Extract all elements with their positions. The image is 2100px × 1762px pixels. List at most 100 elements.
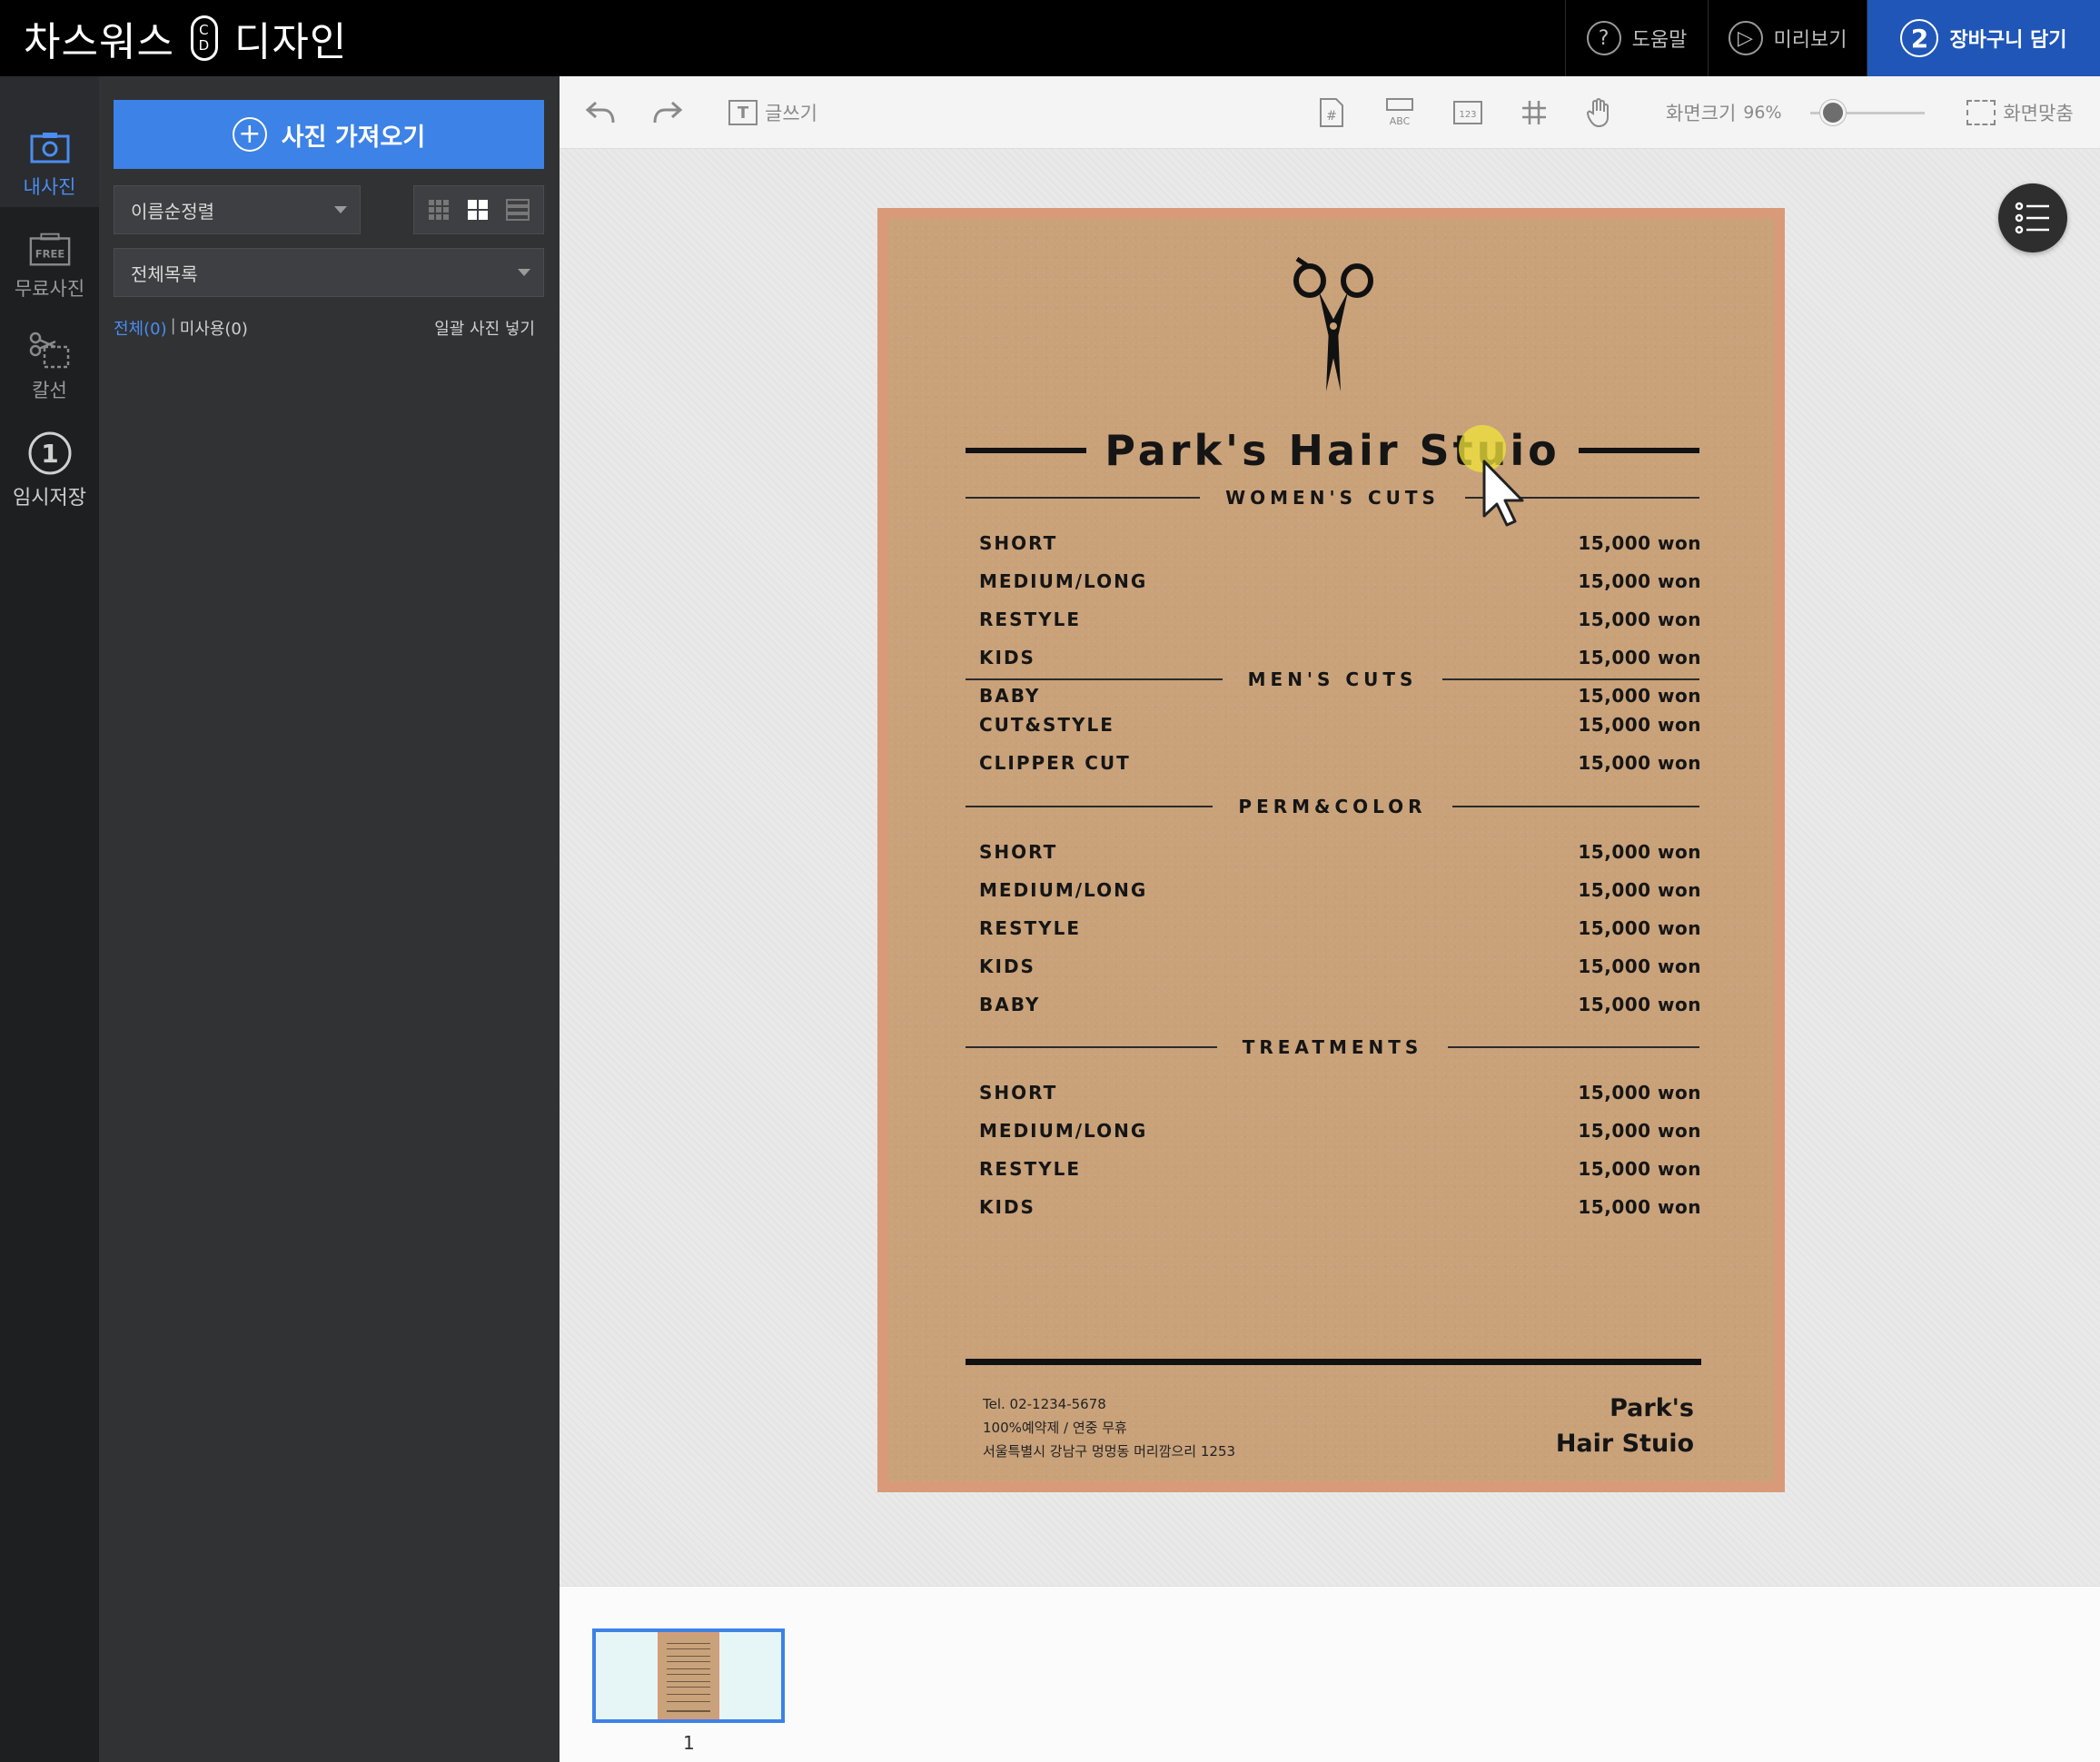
menu-item-row[interactable]: RESTYLE 15,000 won <box>979 1155 1701 1183</box>
menu-item-row[interactable]: MEDIUM/LONG 15,000 won <box>979 568 1701 595</box>
title-rule-right <box>1578 448 1699 453</box>
left-icon-rail: 내사진 FREE 무료사진 칼선 1 임시저장 <box>0 76 99 1762</box>
contact-info[interactable]: Tel. 02-1234-5678 100%예약제 / 연중 무휴 서울특별시 … <box>983 1392 1235 1463</box>
menu-item-row[interactable]: RESTYLE 15,000 won <box>979 915 1701 942</box>
menu-item-name: SHORT <box>979 841 1058 863</box>
preview-button[interactable]: ▷ 미리보기 <box>1708 0 1867 76</box>
zoom-slider-handle[interactable] <box>1820 100 1847 125</box>
address-line: 서울특별시 강남구 멍멍동 머리깜으리 1253 <box>983 1443 1236 1460</box>
layer-list-button[interactable] <box>1998 183 2067 252</box>
grid-toggle-button[interactable] <box>1511 76 1557 149</box>
top-bar: 차스워스 C D 디자인 ? 도움말 ▷ 미리보기 2 장바구니 담기 <box>0 0 2100 76</box>
title-row: Park's Hair Stuio <box>966 423 1699 478</box>
brand-name-right: 디자인 <box>233 19 348 65</box>
add-text-button[interactable]: T 글쓰기 <box>723 76 823 149</box>
import-photo-button[interactable]: + 사진 가져오기 <box>114 100 544 169</box>
menu-item-row[interactable]: SHORT 15,000 won <box>979 838 1701 866</box>
menu-section-header: WOMEN'S CUTS <box>966 484 1700 511</box>
free-badge: FREE <box>35 248 64 261</box>
section-name[interactable]: TREATMENTS <box>1217 1036 1449 1058</box>
rail-label-temp-save: 임시저장 <box>13 487 86 510</box>
bulk-insert-photos-link[interactable]: 일괄 사진 넣기 <box>434 316 544 340</box>
footer-brand-line2: Hair Stuio <box>1555 1430 1694 1458</box>
menu-item-row[interactable]: KIDS 15,000 won <box>979 953 1701 980</box>
menu-section-header: MEN'S CUTS <box>966 666 1700 693</box>
menu-item-row[interactable]: KIDS 15,000 won <box>979 1193 1701 1221</box>
section-rule-right <box>1448 1046 1699 1048</box>
section-rule-left <box>966 806 1213 807</box>
menu-item-price: 15,000 won <box>1578 532 1701 554</box>
section-rule-right <box>1451 806 1699 807</box>
sort-dropdown[interactable]: 이름순정렬 <box>114 185 361 234</box>
menu-section-header: TREATMENTS <box>966 1034 1699 1061</box>
menu-item-row[interactable]: BABY 15,000 won <box>979 991 1701 1018</box>
menu-item-row[interactable]: MEDIUM/LONG 15,000 won <box>979 1117 1701 1144</box>
brand-logo-top: C <box>199 22 210 38</box>
rail-item-free-photos[interactable]: FREE 무료사진 <box>0 229 99 302</box>
text-icon: T <box>728 100 758 125</box>
menu-item-price: 15,000 won <box>1578 752 1701 774</box>
hand-icon <box>1587 98 1609 128</box>
plus-circle-icon: + <box>232 117 267 152</box>
section-name[interactable]: MEN'S CUTS <box>1223 668 1443 690</box>
brand-logo-icon: C D <box>190 15 218 61</box>
footer-brand[interactable]: Park's Hair Stuio <box>1556 1391 1694 1461</box>
filter-unused-link[interactable]: 미사용(0) <box>180 316 248 340</box>
album-list-dropdown[interactable]: 전체목록 <box>114 248 544 297</box>
menu-item-name: BABY <box>979 994 1041 1015</box>
menu-item-row[interactable]: SHORT 15,000 won <box>979 530 1701 557</box>
large-grid-view-icon[interactable] <box>467 199 489 221</box>
small-grid-view-icon[interactable] <box>428 199 450 221</box>
help-button[interactable]: ? 도움말 <box>1565 0 1708 76</box>
menu-item-name: RESTYLE <box>979 609 1081 630</box>
rail-label-cut-line: 칼선 <box>32 380 67 401</box>
page-number-button[interactable]: # <box>1309 76 1354 149</box>
temp-save-step: 1 <box>41 439 58 469</box>
number-button[interactable]: 123 <box>1445 76 1491 149</box>
menu-item-row[interactable]: CLIPPER CUT 15,000 won <box>979 749 1701 777</box>
question-icon: ? <box>1586 21 1621 55</box>
fit-to-screen-label: 화면맞춤 <box>2003 103 2074 124</box>
rail-item-temp-save[interactable]: 1 임시저장 <box>0 431 99 510</box>
list-view-icon[interactable] <box>505 199 530 221</box>
reservation-line: 100%예약제 / 연중 무휴 <box>983 1420 1127 1436</box>
add-to-cart-label: 장바구니 담기 <box>1949 29 2067 52</box>
spell-check-button[interactable]: ABC <box>1377 76 1422 149</box>
menu-item-name: MEDIUM/LONG <box>979 570 1148 592</box>
section-rule-right <box>1442 678 1700 680</box>
menu-item-price: 15,000 won <box>1578 917 1701 939</box>
section-name[interactable]: PERM&COLOR <box>1213 796 1451 817</box>
menu-item-price: 15,000 won <box>1578 1082 1701 1104</box>
undo-icon <box>585 101 615 124</box>
rail-item-my-photos[interactable]: 내사진 <box>0 76 99 207</box>
menu-item-name: MEDIUM/LONG <box>979 1120 1148 1142</box>
menu-item-name: MEDIUM/LONG <box>979 879 1148 901</box>
hash-page-icon: # <box>1320 98 1343 127</box>
menu-section-header: PERM&COLOR <box>966 793 1699 820</box>
menu-item-row[interactable]: RESTYLE 15,000 won <box>979 606 1701 633</box>
menu-item-row[interactable]: MEDIUM/LONG 15,000 won <box>979 876 1701 904</box>
pan-hand-button[interactable] <box>1577 76 1622 149</box>
page-thumbnail[interactable] <box>592 1628 785 1723</box>
menu-item-row[interactable]: CUT&STYLE 15,000 won <box>979 711 1701 738</box>
title-rule-left <box>966 448 1087 453</box>
menu-item-row[interactable]: SHORT 15,000 won <box>979 1079 1701 1106</box>
add-to-cart-button[interactable]: 2 장바구니 담기 <box>1867 0 2100 76</box>
svg-text:#: # <box>1326 109 1337 124</box>
design-page[interactable]: Park's Hair Stuio WOMEN'S CUTS SHORT 15,00… <box>877 208 1785 1492</box>
zoom-label: 화면크기 <box>1666 103 1737 124</box>
menu-item-name: SHORT <box>979 532 1058 554</box>
editor-toolbar: T 글쓰기 # ABC 123 화면크기 96% 화면맞춤 <box>560 76 2100 149</box>
fit-to-screen-button[interactable]: 화면맞춤 <box>1956 76 2084 149</box>
import-photo-label: 사진 가져오기 <box>281 123 426 152</box>
menu-item-price: 15,000 won <box>1578 609 1701 630</box>
section-name[interactable]: WOMEN'S CUTS <box>1200 487 1465 509</box>
scissors-icon <box>1293 256 1373 391</box>
redo-button[interactable] <box>645 76 690 149</box>
svg-text:123: 123 <box>1459 110 1476 120</box>
undo-button[interactable] <box>578 76 623 149</box>
filter-all-link[interactable]: 전체(0) <box>114 316 167 340</box>
menu-item-price: 15,000 won <box>1578 570 1701 592</box>
rail-item-cut-line[interactable]: 칼선 <box>0 331 99 403</box>
page-thumbnail-preview <box>658 1632 719 1719</box>
